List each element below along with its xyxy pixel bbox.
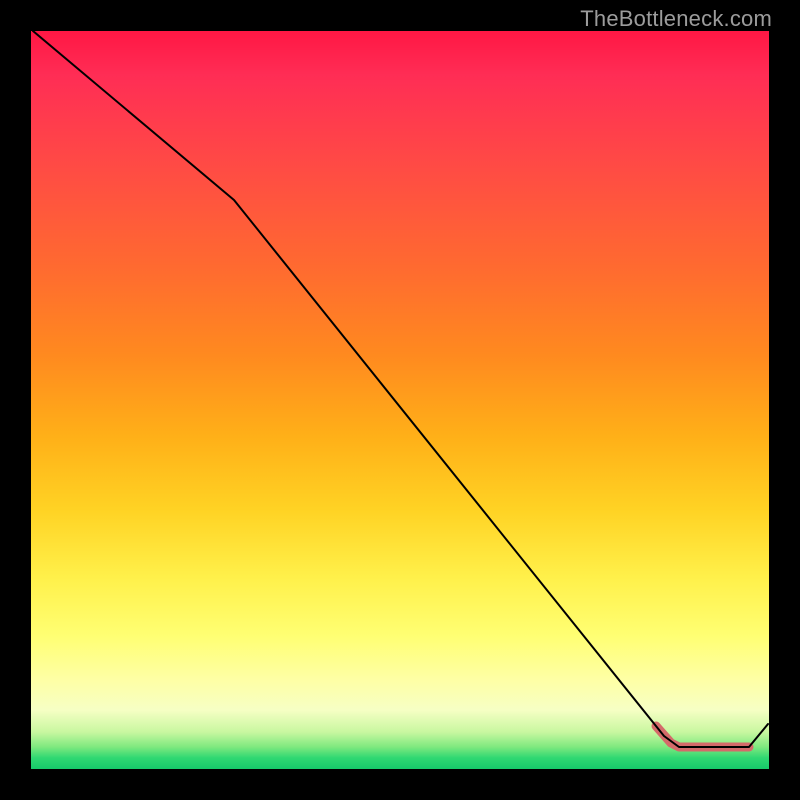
chart-plot-area bbox=[31, 31, 769, 769]
watermark-text: TheBottleneck.com bbox=[580, 6, 772, 32]
main-curve bbox=[33, 31, 768, 747]
chart-lines-svg bbox=[31, 31, 769, 769]
highlight-segment bbox=[656, 726, 749, 747]
chart-stage: TheBottleneck.com bbox=[0, 0, 800, 800]
